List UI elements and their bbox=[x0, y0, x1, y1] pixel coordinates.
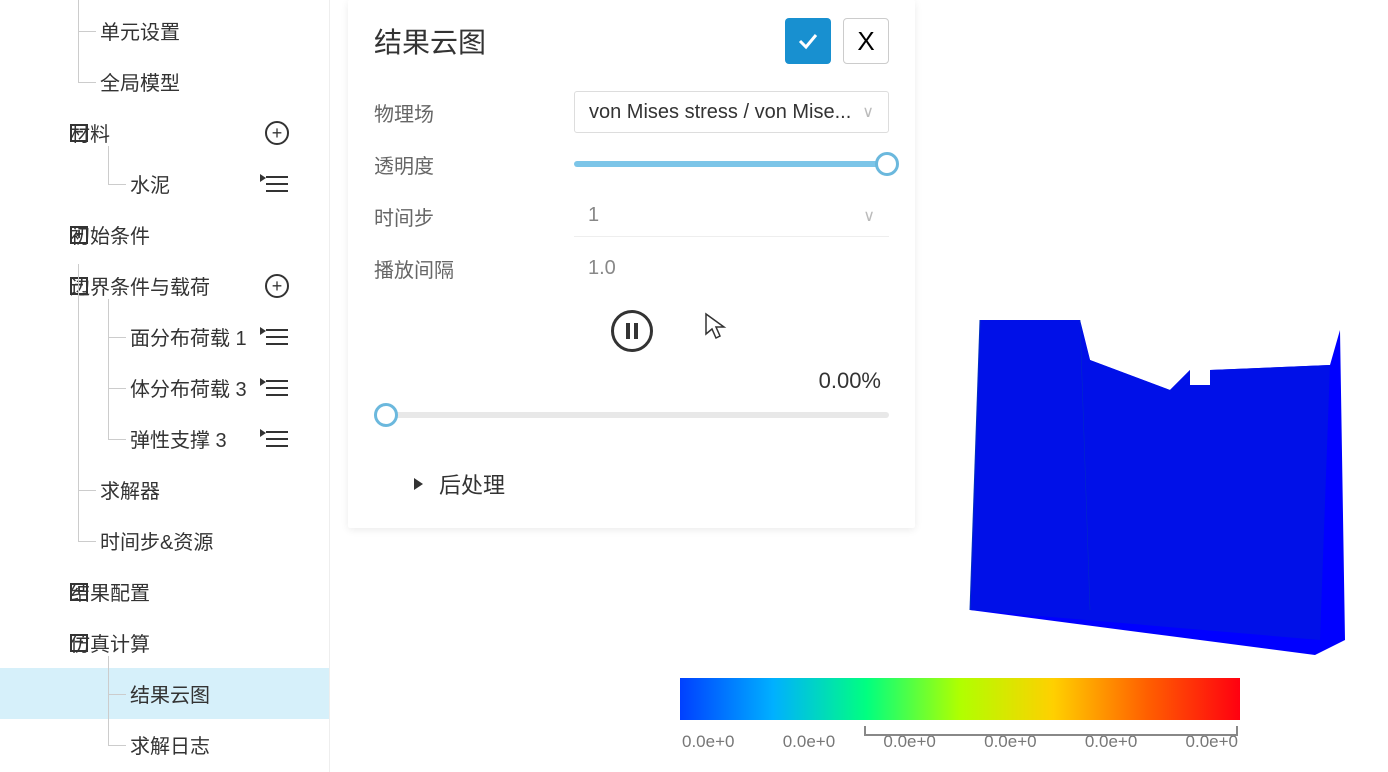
collapse-icon[interactable]: − bbox=[70, 277, 88, 295]
tree-item-unit-settings[interactable]: 单元设置 bbox=[0, 5, 329, 56]
collapse-icon[interactable]: − bbox=[70, 634, 88, 652]
interval-value: 1.0 bbox=[588, 257, 616, 280]
tree-item-elastic-support[interactable]: 弹性支撑 3 bbox=[0, 413, 329, 464]
panel-title: 结果云图 bbox=[374, 21, 486, 61]
simulation-tree-sidebar: 单元设置 全局模型 − 材料 + 水泥 + 初始条件 − 边界条件与载荷 + 面… bbox=[0, 0, 330, 772]
add-icon[interactable]: + bbox=[265, 121, 289, 145]
interval-input[interactable]: 1.0 bbox=[574, 247, 889, 289]
mesh-model bbox=[960, 310, 1350, 660]
close-button[interactable]: X bbox=[843, 18, 889, 64]
progress-percent: 0.00% bbox=[374, 368, 889, 394]
tree-label: 体分布荷载 3 bbox=[130, 373, 247, 402]
caret-right-icon bbox=[414, 478, 423, 490]
postprocess-section[interactable]: 后处理 bbox=[374, 468, 889, 500]
tree-label: 求解器 bbox=[100, 475, 160, 504]
tree-label: 时间步&资源 bbox=[100, 526, 213, 555]
slider-thumb[interactable] bbox=[374, 403, 398, 427]
tree-item-solve-log[interactable]: 求解日志 bbox=[0, 719, 329, 770]
color-legend: 0.0e+0 0.0e+0 0.0e+0 0.0e+0 0.0e+0 0.0e+… bbox=[680, 678, 1240, 752]
tree-item-surface-load[interactable]: 面分布荷载 1 bbox=[0, 311, 329, 362]
chevron-down-icon: ∨ bbox=[862, 102, 874, 122]
tree-item-body-load[interactable]: 体分布荷载 3 bbox=[0, 362, 329, 413]
check-icon bbox=[796, 29, 820, 53]
tree-item-result-contour[interactable]: 结果云图 bbox=[0, 668, 329, 719]
tree-item-result-config[interactable]: + 结果配置 bbox=[0, 566, 329, 617]
select-value: von Mises stress / von Mise... bbox=[589, 101, 851, 124]
interval-label: 播放间隔 bbox=[374, 254, 574, 283]
tree-label: 边界条件与载荷 bbox=[70, 271, 210, 300]
physics-field-select[interactable]: von Mises stress / von Mise... ∨ bbox=[574, 91, 889, 133]
tree-item-boundary-loads[interactable]: − 边界条件与载荷 + bbox=[0, 260, 329, 311]
pause-button[interactable] bbox=[611, 310, 653, 352]
collapse-icon[interactable]: − bbox=[70, 124, 88, 142]
opacity-slider[interactable] bbox=[574, 161, 889, 167]
postprocess-label: 后处理 bbox=[439, 468, 505, 500]
list-icon[interactable] bbox=[265, 376, 289, 400]
timestep-select[interactable]: 1 ∨ bbox=[574, 195, 889, 237]
tree-item-initial-conditions[interactable]: + 初始条件 bbox=[0, 209, 329, 260]
tree-label: 求解日志 bbox=[130, 730, 210, 759]
progress-slider[interactable] bbox=[374, 412, 889, 418]
slider-thumb[interactable] bbox=[875, 152, 899, 176]
tree-label: 结果云图 bbox=[130, 679, 210, 708]
list-icon[interactable] bbox=[265, 325, 289, 349]
result-contour-panel: 结果云图 X 物理场 von Mises stress / von Mise..… bbox=[348, 0, 915, 528]
range-bracket bbox=[864, 726, 1238, 736]
confirm-button[interactable] bbox=[785, 18, 831, 64]
tree-label: 水泥 bbox=[130, 169, 170, 198]
tree-item-solver[interactable]: 求解器 bbox=[0, 464, 329, 515]
tree-item-material[interactable]: − 材料 + bbox=[0, 107, 329, 158]
legend-tick: 0.0e+0 bbox=[682, 732, 734, 752]
tree-item-timestep-resource[interactable]: 时间步&资源 bbox=[0, 515, 329, 566]
list-icon[interactable] bbox=[265, 427, 289, 451]
tree-label: 面分布荷载 1 bbox=[130, 322, 247, 351]
tree-label: 全局模型 bbox=[100, 67, 180, 96]
expand-icon[interactable]: + bbox=[70, 226, 88, 244]
expand-icon[interactable]: + bbox=[70, 583, 88, 601]
tree-label: 单元设置 bbox=[100, 16, 180, 45]
chevron-down-icon: ∨ bbox=[863, 206, 875, 226]
tree-item-cement[interactable]: 水泥 bbox=[0, 158, 329, 209]
field-label: 物理场 bbox=[374, 98, 574, 127]
list-icon[interactable] bbox=[265, 172, 289, 196]
color-gradient bbox=[680, 678, 1240, 720]
tree-item-global-model[interactable]: 全局模型 bbox=[0, 56, 329, 107]
legend-tick: 0.0e+0 bbox=[783, 732, 835, 752]
3d-viewport[interactable] bbox=[960, 310, 1350, 660]
tree-label: 弹性支撑 3 bbox=[130, 424, 227, 453]
opacity-label: 透明度 bbox=[374, 150, 574, 179]
add-icon[interactable]: + bbox=[265, 274, 289, 298]
timestep-label: 时间步 bbox=[374, 202, 574, 231]
cursor-icon bbox=[704, 312, 728, 347]
tree-item-simulation-compute[interactable]: − 仿真计算 bbox=[0, 617, 329, 668]
timestep-value: 1 bbox=[588, 204, 599, 227]
